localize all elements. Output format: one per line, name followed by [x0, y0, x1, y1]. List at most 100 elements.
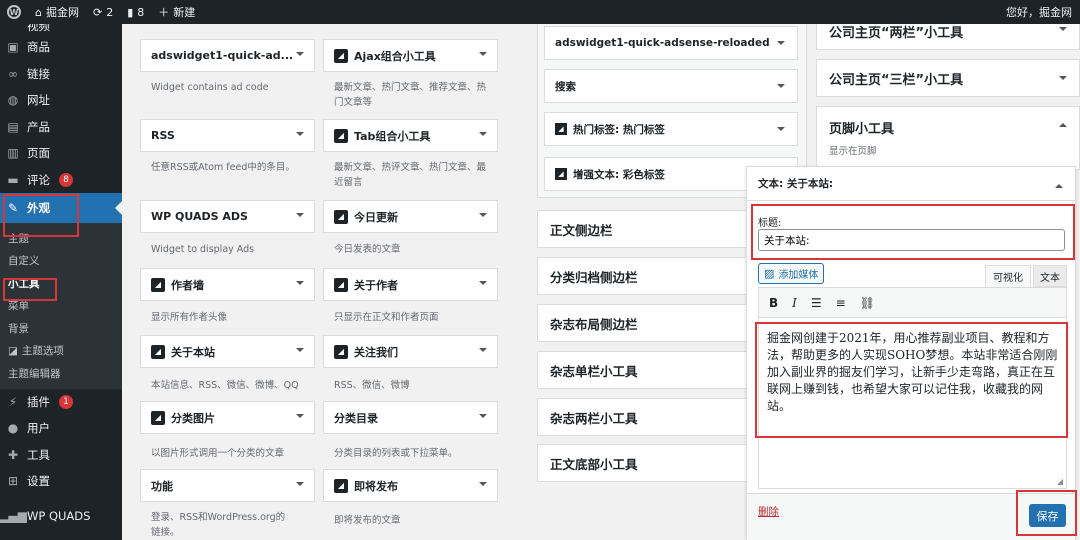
- widget-desc: 只显示在正文和作者页面: [334, 312, 439, 323]
- widget-upcoming[interactable]: ◢ 即将发布: [323, 469, 498, 502]
- dropdown-arrow-icon[interactable]: [777, 127, 785, 135]
- widget-tab-combo[interactable]: ◢ Tab组合小工具: [323, 119, 498, 152]
- widget-desc: 分类目录的列表或下拉菜单。: [334, 448, 458, 459]
- sidebar-item-products-shop[interactable]: ▣ 商品: [0, 34, 122, 61]
- dropdown-arrow-icon[interactable]: [479, 132, 487, 140]
- widget-desc: 任意RSS或Atom feed中的条目。: [151, 162, 295, 173]
- widget-about-site[interactable]: ◢ 关于本站: [140, 335, 315, 368]
- comments-link[interactable]: ▮ 8: [120, 0, 151, 24]
- widget-desc: Widget contains ad code: [151, 82, 269, 93]
- sidebar-item-pages[interactable]: ▥ 页面: [0, 140, 122, 167]
- widget-categories[interactable]: 分类目录: [323, 401, 498, 434]
- new-content-link[interactable]: ＋新建: [151, 0, 202, 24]
- wordpress-logo-icon: W: [7, 5, 21, 19]
- submenu-customize[interactable]: 自定义: [0, 250, 122, 273]
- italic-icon[interactable]: I: [792, 296, 797, 310]
- sidebar-item-wp-quads[interactable]: ▂▄▆ WP QUADS: [0, 503, 122, 530]
- dropdown-arrow-icon[interactable]: [296, 348, 304, 356]
- sidebar-item-comments[interactable]: ▬ 评论 8: [0, 167, 122, 194]
- dropdown-arrow-icon[interactable]: [296, 281, 304, 289]
- highlight-widgets: [3, 278, 57, 301]
- highlight-save-button: [1016, 490, 1077, 536]
- sidebar-item-label: 链接: [27, 66, 50, 81]
- sidebar-item-plugins[interactable]: ⚡ 插件 1: [0, 389, 122, 416]
- user-icon: ●: [7, 421, 19, 436]
- sidebar-item-sites[interactable]: ◍ 网址: [0, 87, 122, 114]
- updates-link[interactable]: ⟳ 2: [86, 0, 120, 24]
- resize-handle-icon[interactable]: ◢: [1057, 477, 1063, 486]
- widget-logo-icon: ◢: [555, 123, 567, 135]
- collapse-arrow-icon[interactable]: [1059, 119, 1067, 127]
- widget-desc: 显示所有作者头像: [151, 312, 228, 323]
- dropdown-arrow-icon[interactable]: [479, 348, 487, 356]
- dropdown-arrow-icon[interactable]: [479, 213, 487, 221]
- dropdown-arrow-icon[interactable]: [479, 281, 487, 289]
- widget-about-author[interactable]: ◢ 关于作者: [323, 268, 498, 301]
- widget-desc: 本站信息、RSS、微信、微博、QQ: [151, 380, 299, 391]
- widget-desc: 今日发表的文章: [334, 244, 401, 255]
- dropdown-arrow-icon[interactable]: [296, 414, 304, 422]
- widget-logo-icon: ◢: [555, 168, 567, 180]
- submenu-theme-options[interactable]: ◪ 主题选项: [0, 340, 122, 363]
- placed-widget-adswidget[interactable]: adswidget1-quick-adsense-reloaded: [544, 26, 798, 60]
- media-icon: ▨: [764, 267, 775, 280]
- dropdown-arrow-icon[interactable]: [777, 41, 785, 49]
- dropdown-arrow-icon[interactable]: [296, 52, 304, 60]
- widget-desc: 最新文章、热门文章、推荐文章、热门文章等: [334, 82, 487, 108]
- widget-category-images[interactable]: ◢ 分类图片: [140, 401, 315, 434]
- dropdown-arrow-icon[interactable]: [1059, 27, 1067, 35]
- dropdown-arrow-icon[interactable]: [296, 482, 304, 490]
- dropdown-arrow-icon[interactable]: [1059, 76, 1067, 84]
- footer-area-title[interactable]: 页脚小工具: [817, 107, 1079, 137]
- widget-logo-icon: ◢: [334, 344, 348, 359]
- dropdown-arrow-icon[interactable]: [479, 52, 487, 60]
- dropdown-arrow-icon[interactable]: [777, 84, 785, 92]
- widget-today-updates[interactable]: ◢ 今日更新: [323, 200, 498, 233]
- sidebar-item-product[interactable]: ▤ 产品: [0, 114, 122, 141]
- widget-meta[interactable]: 功能: [140, 469, 315, 502]
- sidebar-item-settings[interactable]: ⊞ 设置: [0, 468, 122, 495]
- page-icon: ▥: [7, 146, 19, 161]
- dropdown-arrow-icon[interactable]: [296, 132, 304, 140]
- delete-link[interactable]: 删除: [758, 504, 779, 519]
- sidebar-item-users[interactable]: ● 用户: [0, 415, 122, 442]
- sidebar-item-video[interactable]: 视频: [0, 24, 122, 34]
- site-name-link[interactable]: ⌂ 掘金网: [28, 0, 86, 24]
- sidebar-item-tools[interactable]: ✚ 工具: [0, 442, 122, 469]
- tab-visual[interactable]: 可视化: [985, 265, 1031, 287]
- highlight-appearance: [3, 194, 79, 237]
- dropdown-arrow-icon[interactable]: [296, 213, 304, 221]
- link-icon: ∞: [8, 66, 18, 81]
- submenu-background[interactable]: 背景: [0, 317, 122, 340]
- theme-options-icon: ◪: [8, 344, 18, 357]
- area-company-three-col[interactable]: 公司主页“三栏”小工具: [816, 59, 1080, 97]
- placed-widget-hot-tags[interactable]: ◢ 热门标签: 热门标签: [544, 112, 798, 146]
- wp-logo-menu[interactable]: W: [0, 0, 28, 24]
- editor-header[interactable]: 文本: 关于本站:: [747, 167, 1075, 201]
- bullet-list-icon[interactable]: ☰: [811, 296, 822, 310]
- sidebar-item-links[interactable]: ∞ 链接: [0, 61, 122, 88]
- widget-wp-quads-ads[interactable]: WP QUADS ADS: [140, 200, 315, 233]
- widget-ajax-combo[interactable]: ◢ Ajax组合小工具: [323, 39, 498, 72]
- widget-author-wall[interactable]: ◢ 作者墙: [140, 268, 315, 301]
- placed-widget-search[interactable]: 搜索: [544, 69, 798, 103]
- widget-follow-us[interactable]: ◢ 关注我们: [323, 335, 498, 368]
- add-media-button[interactable]: ▨ 添加媒体: [758, 263, 825, 284]
- product-icon: ▤: [7, 119, 19, 134]
- bold-icon[interactable]: B: [769, 296, 778, 310]
- tab-text[interactable]: 文本: [1033, 265, 1067, 287]
- widget-rss[interactable]: RSS: [140, 119, 315, 152]
- widget-adswidget[interactable]: adswidget1-quick-ad...: [140, 39, 315, 72]
- link-icon[interactable]: ⛓: [860, 296, 875, 310]
- submenu-theme-editor[interactable]: 主题编辑器: [0, 362, 122, 385]
- home-icon: ⌂: [35, 5, 42, 19]
- dropdown-arrow-icon[interactable]: [479, 414, 487, 422]
- my-account-link[interactable]: 您好，掘金网: [999, 0, 1080, 24]
- numbered-list-icon[interactable]: ≡: [836, 296, 846, 310]
- collapse-arrow-icon[interactable]: [1055, 180, 1063, 188]
- sidebar-item-label: 产品: [27, 119, 50, 134]
- dropdown-arrow-icon[interactable]: [479, 482, 487, 490]
- widget-logo-icon: ◢: [334, 478, 348, 493]
- sidebar-item-label: 评论: [27, 172, 50, 187]
- admin-bar: W ⌂ 掘金网 ⟳ 2 ▮ 8 ＋新建 您好，掘金网: [0, 0, 1080, 24]
